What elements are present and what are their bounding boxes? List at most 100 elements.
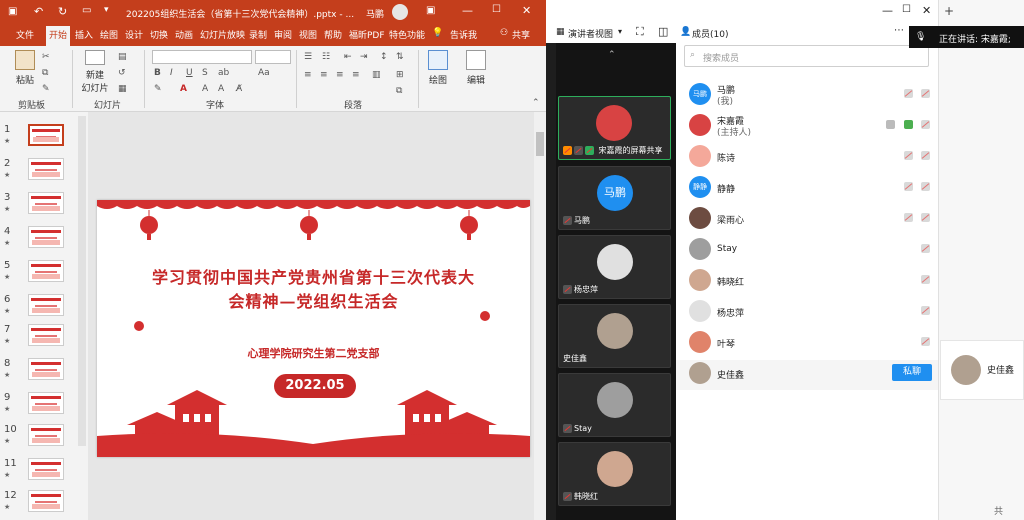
section-icon[interactable]: ▦ bbox=[118, 84, 127, 94]
mic-muted-icon[interactable] bbox=[904, 89, 913, 98]
scrollbar-thumb[interactable] bbox=[536, 132, 544, 156]
chevron-down-icon[interactable]: ▾ bbox=[618, 27, 622, 36]
start-presentation-icon[interactable]: ▭ bbox=[82, 5, 91, 16]
tab-transitions[interactable]: 切换 bbox=[150, 28, 168, 41]
slide-canvas[interactable]: 学习贯彻中国共产党贵州省第十三次代表大 会精神—党组织生活会 心理学院研究生第二… bbox=[97, 200, 530, 457]
member-row[interactable]: 宋嘉霞 (主持人) bbox=[676, 112, 938, 142]
add-icon[interactable]: + bbox=[944, 4, 954, 18]
slide-thumbnail[interactable] bbox=[28, 490, 64, 512]
numbering-icon[interactable]: ☷ bbox=[322, 52, 330, 62]
camera-off-icon[interactable] bbox=[921, 120, 930, 129]
share-icon[interactable]: ⚇ bbox=[500, 28, 508, 38]
slide-thumbnail[interactable] bbox=[28, 226, 64, 248]
mic-muted-icon[interactable] bbox=[904, 182, 913, 191]
indent-icon[interactable]: ⇤ bbox=[344, 52, 352, 62]
screen-share-icon[interactable] bbox=[886, 120, 895, 129]
grow-font-icon[interactable]: A bbox=[202, 84, 208, 94]
change-case-icon[interactable]: Aa bbox=[258, 68, 270, 78]
smartart-icon[interactable]: ⧉ bbox=[396, 86, 402, 96]
slide-thumbnail[interactable] bbox=[28, 424, 64, 446]
tab-draw[interactable]: 绘图 bbox=[100, 28, 118, 41]
tab-record[interactable]: 录制 bbox=[249, 28, 267, 41]
highlight-icon[interactable]: ✎ bbox=[154, 84, 162, 94]
fullscreen-icon[interactable]: ⛶ bbox=[636, 25, 644, 39]
undo-icon[interactable]: ↶ bbox=[34, 5, 43, 18]
tab-review[interactable]: 审阅 bbox=[274, 28, 292, 41]
member-search-input[interactable]: ⌕ 搜索成员 bbox=[684, 45, 929, 67]
mic-muted-icon[interactable] bbox=[921, 306, 930, 315]
underline-icon[interactable]: U bbox=[186, 68, 193, 78]
mic-muted-icon[interactable] bbox=[904, 151, 913, 160]
new-slide-button[interactable]: 新建 幻灯片 bbox=[78, 50, 112, 94]
font-name-select[interactable] bbox=[152, 50, 252, 64]
drawing-button[interactable]: 绘图 bbox=[424, 50, 452, 86]
scroll-up-icon[interactable]: ⌃ bbox=[608, 50, 616, 60]
tab-slideshow[interactable]: 幻灯片放映 bbox=[200, 28, 245, 41]
tab-animations[interactable]: 动画 bbox=[175, 28, 193, 41]
slide-thumbnail[interactable] bbox=[28, 458, 64, 480]
mic-muted-icon[interactable] bbox=[921, 244, 930, 253]
mic-muted-icon[interactable] bbox=[921, 275, 930, 284]
justify-icon[interactable]: ≡ bbox=[352, 70, 360, 80]
align-text-icon[interactable]: ⊞ bbox=[396, 70, 404, 80]
camera-off-icon[interactable] bbox=[921, 213, 930, 222]
camera-off-icon[interactable] bbox=[921, 151, 930, 160]
member-row[interactable]: 梁雨心 bbox=[676, 205, 938, 235]
presenter-view-label[interactable]: 演讲者视图 bbox=[568, 27, 613, 40]
minimize-icon[interactable]: — bbox=[462, 4, 473, 17]
tab-design[interactable]: 设计 bbox=[125, 28, 143, 41]
video-tile[interactable]: Stay bbox=[558, 373, 671, 437]
paste-button[interactable]: 粘贴 bbox=[12, 50, 38, 86]
shrink-font-icon[interactable]: A bbox=[218, 84, 224, 94]
minimize-icon[interactable]: — bbox=[882, 4, 893, 17]
private-chat-button[interactable]: 私聊 bbox=[892, 364, 932, 381]
columns-icon[interactable]: ▥ bbox=[372, 70, 381, 80]
slide-thumbnail[interactable] bbox=[28, 324, 64, 346]
vertical-scrollbar[interactable] bbox=[534, 112, 546, 520]
video-tile-screen-share[interactable]: 宋嘉霞的屏幕共享 bbox=[558, 96, 671, 160]
video-tile[interactable]: 杨忠萍 bbox=[558, 235, 671, 299]
slide-thumbnail[interactable] bbox=[28, 124, 64, 146]
ribbon-display-icon[interactable]: ▣ bbox=[426, 5, 435, 16]
char-spacing-icon[interactable]: ab bbox=[218, 68, 229, 78]
maximize-icon[interactable]: ☐ bbox=[902, 4, 911, 15]
redo-icon[interactable]: ↻ bbox=[58, 5, 67, 18]
floating-video-tile[interactable]: 史佳鑫 bbox=[940, 340, 1024, 400]
member-row[interactable]: 韩晓红 bbox=[676, 267, 938, 297]
cut-icon[interactable]: ✂ bbox=[42, 52, 50, 62]
camera-off-icon[interactable] bbox=[921, 182, 930, 191]
slide-thumbnail[interactable] bbox=[28, 392, 64, 414]
slide-thumbnail[interactable] bbox=[28, 358, 64, 380]
format-painter-icon[interactable]: ✎ bbox=[42, 84, 50, 94]
mic-on-icon[interactable] bbox=[904, 120, 913, 129]
outdent-icon[interactable]: ⇥ bbox=[360, 52, 368, 62]
font-size-select[interactable] bbox=[255, 50, 291, 64]
slide-thumbnail[interactable] bbox=[28, 192, 64, 214]
shadow-icon[interactable]: S bbox=[202, 68, 208, 78]
member-row[interactable]: 叶琴 bbox=[676, 329, 938, 359]
user-name[interactable]: 马鹏 bbox=[366, 7, 384, 20]
sidebar-toggle-icon[interactable]: ◫ bbox=[658, 25, 668, 38]
italic-icon[interactable]: I bbox=[170, 68, 173, 78]
font-color-icon[interactable]: A bbox=[180, 84, 187, 94]
bullets-icon[interactable]: ☰ bbox=[304, 52, 312, 62]
slide-thumbnail[interactable] bbox=[28, 158, 64, 180]
thumbnails-scrollbar[interactable] bbox=[78, 116, 86, 446]
camera-off-icon[interactable] bbox=[921, 89, 930, 98]
member-row[interactable]: Stay bbox=[676, 236, 938, 266]
more-icon[interactable]: ⋯ bbox=[894, 25, 904, 36]
align-right-icon[interactable]: ≡ bbox=[336, 70, 344, 80]
align-center-icon[interactable]: ≡ bbox=[320, 70, 328, 80]
line-spacing-icon[interactable]: ↕ bbox=[380, 52, 388, 62]
editing-button[interactable]: 编辑 bbox=[462, 50, 490, 86]
mic-muted-icon[interactable] bbox=[904, 213, 913, 222]
share-button[interactable]: 共享 bbox=[512, 28, 530, 41]
align-left-icon[interactable]: ≡ bbox=[304, 70, 312, 80]
save-icon[interactable]: ▣ bbox=[8, 6, 17, 17]
tab-home[interactable]: 开始 bbox=[46, 26, 71, 46]
tab-insert[interactable]: 插入 bbox=[75, 28, 93, 41]
text-direction-icon[interactable]: ⇅ bbox=[396, 52, 404, 62]
reset-icon[interactable]: ↺ bbox=[118, 68, 126, 78]
video-tile[interactable]: 史佳鑫 bbox=[558, 304, 671, 368]
collapse-ribbon-icon[interactable]: ⌃ bbox=[532, 98, 540, 108]
